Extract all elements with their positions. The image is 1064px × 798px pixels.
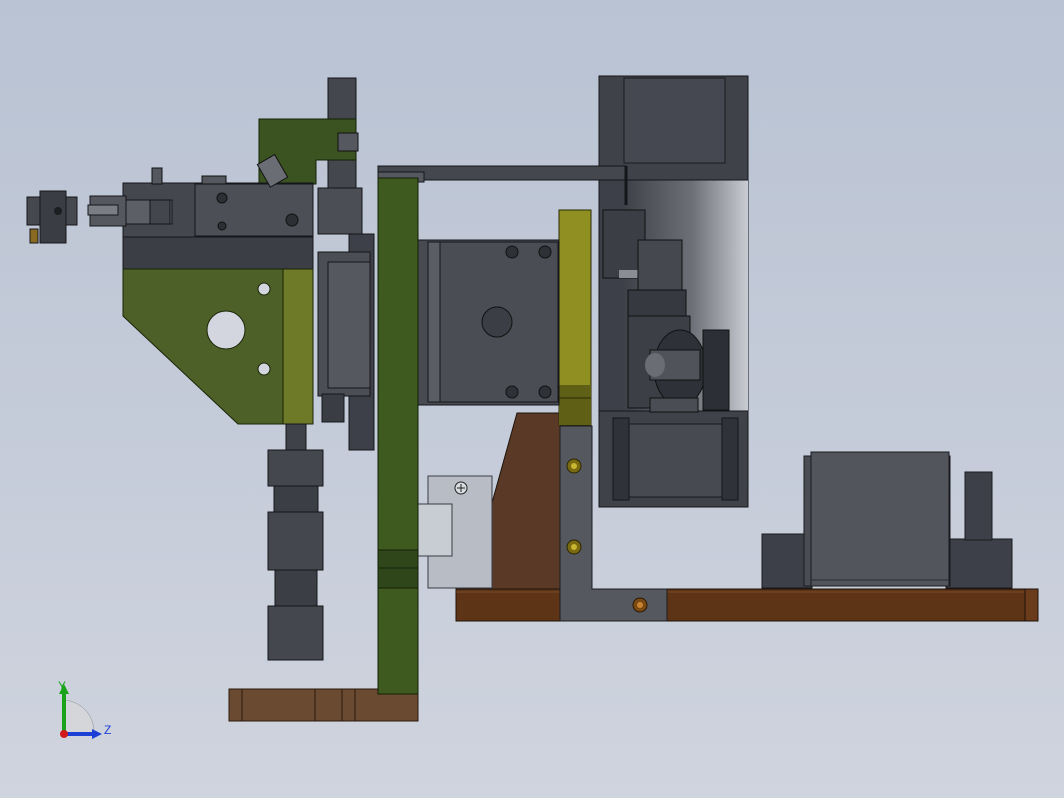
vertical-guide-plate[interactable] [377, 177, 419, 695]
mount-hole-icon [257, 282, 271, 296]
drive-motor-box[interactable] [761, 451, 1013, 589]
linear-rail-block[interactable] [411, 475, 493, 589]
cad-viewport[interactable]: Y Z [0, 0, 1064, 798]
yellow-guide-plate[interactable] [558, 209, 592, 426]
olive-mount-plate[interactable] [122, 268, 314, 425]
assembly-model[interactable] [0, 0, 1064, 798]
y-axis-label: Y [58, 679, 67, 693]
mount-hole-icon [206, 310, 246, 350]
mount-hole-icon [257, 362, 271, 376]
servo-motor[interactable] [417, 239, 560, 406]
z-axis-label: Z [104, 723, 112, 737]
base-plate[interactable] [455, 588, 1039, 622]
lower-cylinder[interactable] [267, 423, 324, 661]
orientation-triad[interactable]: Y Z [52, 676, 122, 746]
